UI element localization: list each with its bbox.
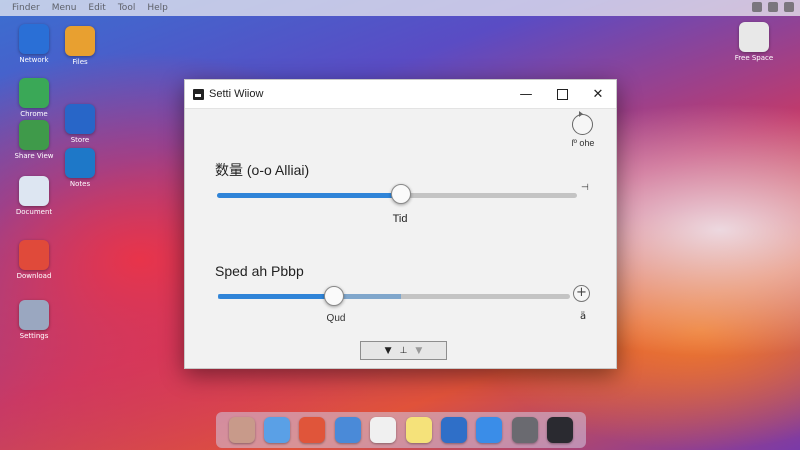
screen-icon: [19, 120, 49, 150]
down-arrow-icon[interactable]: ▼: [385, 346, 392, 356]
menu-item-tool[interactable]: Tool: [118, 3, 135, 13]
close-icon: ✕: [592, 86, 604, 102]
desktop-icon[interactable]: Document: [6, 176, 62, 216]
dock: [216, 412, 586, 448]
disabled-arrow-icon: ▼: [415, 345, 423, 356]
settings-window: Setti Wiiow — ✕ ſº ohe 数量 (o-o Alliai) ⊣…: [184, 79, 617, 369]
quantity-slider-thumb[interactable]: [390, 184, 411, 204]
speed-value-label: Qud: [326, 313, 346, 324]
globe-icon: [19, 24, 49, 54]
center-icon[interactable]: ⊥: [400, 346, 408, 356]
desktop-icon[interactable]: Free Space: [726, 22, 782, 62]
desktop-icon-label: Document: [15, 208, 53, 216]
notes-icon[interactable]: [405, 417, 432, 443]
refresh-button[interactable]: [572, 111, 593, 135]
settings-icon: [19, 300, 49, 330]
speed-slider-fill: [218, 294, 335, 299]
status-icon[interactable]: [768, 2, 778, 12]
pages-icon[interactable]: [370, 417, 397, 443]
speed-slider-thumb[interactable]: [324, 286, 345, 306]
action-bar: ▼ ⊥ ▼: [360, 341, 447, 360]
notes-icon: [65, 148, 95, 178]
quantity-value-label: Tid: [392, 213, 408, 225]
window-title: Setti Wiiow: [209, 88, 264, 100]
settings-icon[interactable]: [511, 417, 538, 443]
desktop-icon[interactable]: Files: [52, 26, 108, 66]
status-area: [752, 2, 794, 12]
status-icon[interactable]: [752, 2, 762, 12]
status-icon[interactable]: [784, 2, 794, 12]
chrome-icon: [19, 78, 49, 108]
mail-icon[interactable]: [441, 417, 468, 443]
menu-item-menu[interactable]: Menu: [52, 3, 77, 13]
document-icon: [19, 176, 49, 206]
desktop: Finder Menu Edit Tool Help Network Files C…: [0, 0, 800, 450]
menubar: Finder Menu Edit Tool Help: [0, 0, 800, 16]
speed-slider-track[interactable]: [218, 294, 570, 299]
folder-icon: [65, 26, 95, 56]
window-titlebar[interactable]: Setti Wiiow — ✕: [185, 80, 616, 109]
desktop-icon-label: Files: [72, 58, 88, 66]
download-icon: [19, 240, 49, 270]
quantity-label: 数量 (o-o Alliai): [215, 162, 310, 178]
desktop-icon-label: Download: [16, 272, 52, 280]
quantity-slider-fill: [217, 193, 401, 198]
app-icon: [193, 88, 204, 100]
desktop-icon[interactable]: Download: [6, 240, 62, 280]
finder-icon[interactable]: [264, 417, 291, 443]
close-button[interactable]: ✕: [580, 80, 616, 108]
minimize-icon: —: [519, 86, 533, 102]
speed-label: Sped ah Pbbp: [215, 263, 304, 279]
terminal-icon[interactable]: [547, 417, 574, 443]
refresh-label: ſº ohe: [571, 138, 595, 148]
menu-item-edit[interactable]: Edit: [88, 3, 105, 13]
chrome-icon[interactable]: [299, 417, 326, 443]
maximize-button[interactable]: [544, 80, 580, 108]
menu-item-help[interactable]: Help: [147, 3, 168, 13]
photos-icon[interactable]: [228, 417, 255, 443]
preview-icon[interactable]: [334, 417, 361, 443]
desktop-icon-label: Free Space: [734, 54, 774, 62]
store-icon: [65, 104, 95, 134]
maximize-icon: [556, 88, 568, 100]
desktop-icon[interactable]: Settings: [6, 300, 62, 340]
drive-icon: [739, 22, 769, 52]
desktop-icon-label: Settings: [19, 332, 49, 340]
speed-plus-button[interactable]: +: [573, 285, 590, 302]
menu-item-finder[interactable]: Finder: [12, 3, 40, 13]
quantity-end-marker: ⊣: [581, 183, 589, 193]
speed-end-marker: ä: [580, 311, 587, 322]
appstore-icon[interactable]: [476, 417, 503, 443]
minimize-button[interactable]: —: [508, 80, 544, 108]
